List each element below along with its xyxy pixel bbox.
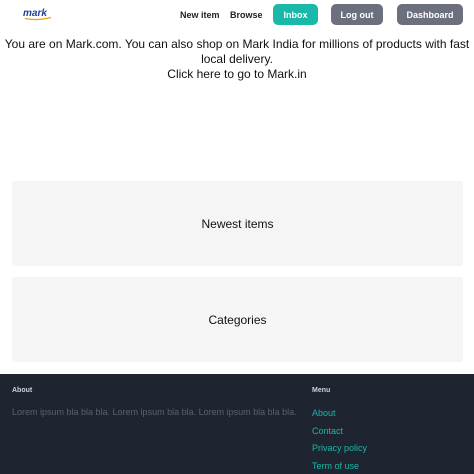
nav-browse-link[interactable]: Browse — [230, 10, 263, 20]
mark-logo[interactable]: mark — [23, 7, 55, 21]
nav-new-item-link[interactable]: New item — [180, 10, 220, 20]
region-notice: You are on Mark.com. You can also shop o… — [0, 37, 474, 82]
footer-menu-heading: Menu — [312, 387, 331, 394]
logout-button[interactable]: Log out — [331, 4, 383, 25]
footer-menu-terms-link[interactable]: Term of use — [312, 461, 359, 471]
footer-menu-privacy-link[interactable]: Privacy policy — [312, 443, 367, 453]
dashboard-button[interactable]: Dashboard — [397, 4, 463, 25]
newest-items-title: Newest items — [201, 216, 274, 231]
footer — [0, 374, 474, 474]
footer-about-text: Lorem ipsum bla bla bla. Lorem ipsum bla… — [12, 407, 297, 417]
footer-menu-about-link[interactable]: About — [312, 408, 336, 418]
top-navbar: mark New item Browse Inbox Log out Dashb… — [0, 0, 474, 30]
footer-about-heading: About — [12, 387, 33, 394]
footer-menu-contact-link[interactable]: Contact — [312, 426, 343, 436]
newest-items-section: Newest items — [12, 181, 463, 266]
notice-text-line1: You are on Mark.com. You can also shop o… — [4, 37, 470, 51]
categories-title: Categories — [208, 312, 267, 327]
categories-section: Categories — [12, 277, 463, 362]
inbox-button[interactable]: Inbox — [273, 4, 318, 25]
svg-text:mark: mark — [23, 8, 47, 19]
go-to-mark-in-link[interactable]: Click here to go to Mark.in — [0, 67, 474, 82]
notice-text-line2: local delivery. — [201, 52, 273, 66]
